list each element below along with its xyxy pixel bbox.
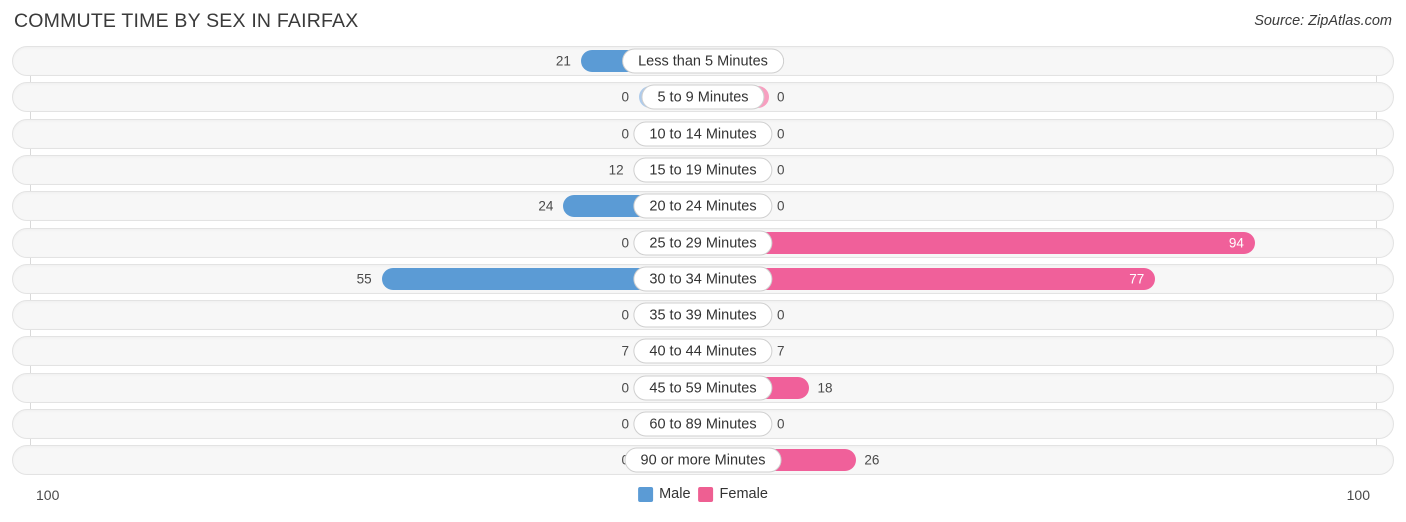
row-bars: 7 7 40 to 44 Minutes [13, 337, 1393, 365]
male-value-label: 12 [608, 162, 624, 178]
female-value-label: 0 [777, 162, 785, 178]
male-value-label: 0 [621, 89, 629, 105]
category-label: 35 to 39 Minutes [633, 302, 773, 328]
female-bar[interactable] [704, 231, 1255, 254]
axis-end-left: 100 [36, 487, 60, 503]
category-label: 20 to 24 Minutes [633, 193, 773, 219]
male-value-label: 7 [621, 343, 629, 359]
female-value-label: 0 [777, 198, 785, 214]
table-row[interactable]: 12 0 15 to 19 Minutes [12, 154, 1394, 185]
male-value-label: 0 [621, 235, 629, 250]
plot-area: 210Less than 5 Minutes005 to 9 Minutes00… [0, 46, 1406, 480]
male-value-label: 0 [621, 416, 629, 432]
legend-item-female[interactable]: Female [698, 486, 768, 502]
male-value-label: 21 [555, 53, 571, 69]
category-label: 15 to 19 Minutes [633, 157, 773, 183]
chart-header: COMMUTE TIME BY SEX IN FAIRFAX Source: Z… [0, 0, 1406, 44]
female-value-label: 18 [817, 380, 833, 396]
category-label: 40 to 44 Minutes [633, 338, 773, 364]
source-attribution: Source: ZipAtlas.com [1254, 13, 1392, 29]
male-value-label: 24 [538, 198, 554, 214]
category-label: 25 to 29 Minutes [633, 230, 773, 255]
table-row[interactable]: 0 0 35 to 39 Minutes [12, 300, 1394, 331]
commute-time-by-sex-chart: COMMUTE TIME BY SEX IN FAIRFAX Source: Z… [0, 0, 1406, 522]
table-row[interactable]: 24 0 20 to 24 Minutes [12, 191, 1394, 222]
row-bars: 02690 or more Minutes [13, 446, 1393, 474]
female-value-label: 77 [1129, 271, 1145, 287]
row-bars: 0 94 25 to 29 Minutes [13, 229, 1393, 257]
male-value-label: 0 [621, 126, 629, 142]
female-value-label: 7 [777, 343, 785, 359]
category-label: 45 to 59 Minutes [633, 375, 773, 401]
row-bars: 0 0 5 to 9 Minutes [13, 83, 1393, 111]
female-value-label: 0 [777, 126, 785, 142]
axis-end-right: 100 [1346, 487, 1370, 503]
row-bars: 24 0 20 to 24 Minutes [13, 192, 1393, 220]
row-bars: 55 77 30 to 34 Minutes [13, 265, 1393, 293]
chart-footer: 100 Male Female 100 [0, 482, 1406, 522]
table-row[interactable]: 0 18 45 to 59 Minutes [12, 372, 1394, 403]
table-row[interactable]: 7 7 40 to 44 Minutes [12, 336, 1394, 367]
table-row[interactable]: 02690 or more Minutes [12, 445, 1394, 476]
row-bars: 12 0 15 to 19 Minutes [13, 156, 1393, 184]
legend-label-male: Male [659, 486, 691, 502]
male-value-label: 0 [621, 307, 629, 323]
male-value-label: 0 [621, 380, 629, 396]
row-bars: 210Less than 5 Minutes [13, 47, 1393, 75]
category-label: Less than 5 Minutes [622, 48, 784, 74]
female-value-label: 94 [1228, 235, 1244, 250]
table-row[interactable]: 0 0 10 to 14 Minutes [12, 118, 1394, 149]
female-value-label: 0 [777, 307, 785, 323]
row-bars: 0 0 35 to 39 Minutes [13, 301, 1393, 329]
row-bars: 0 0 10 to 14 Minutes [13, 120, 1393, 148]
legend: Male Female [638, 486, 768, 502]
category-label: 10 to 14 Minutes [633, 121, 773, 147]
legend-item-male[interactable]: Male [638, 486, 691, 502]
table-row[interactable]: 0 0 5 to 9 Minutes [12, 82, 1394, 113]
row-bars: 0 0 60 to 89 Minutes [13, 410, 1393, 438]
table-row[interactable]: 0 0 60 to 89 Minutes [12, 409, 1394, 439]
female-value-label: 26 [864, 452, 880, 468]
category-label: 5 to 9 Minutes [641, 84, 765, 110]
category-label: 90 or more Minutes [624, 447, 782, 473]
row-bars: 0 18 45 to 59 Minutes [13, 374, 1393, 402]
female-color-swatch [698, 486, 714, 502]
legend-label-female: Female [719, 486, 768, 502]
male-color-swatch [638, 486, 654, 502]
table-row[interactable]: 55 77 30 to 34 Minutes [12, 263, 1394, 294]
category-label: 30 to 34 Minutes [633, 266, 773, 292]
female-value-label: 0 [777, 416, 785, 432]
table-row[interactable]: 0 94 25 to 29 Minutes [12, 227, 1394, 258]
female-value-label: 0 [777, 89, 785, 105]
page-title: COMMUTE TIME BY SEX IN FAIRFAX [14, 10, 359, 32]
table-row[interactable]: 210Less than 5 Minutes [12, 46, 1394, 76]
male-value-label: 55 [356, 271, 372, 287]
category-label: 60 to 89 Minutes [633, 411, 773, 437]
